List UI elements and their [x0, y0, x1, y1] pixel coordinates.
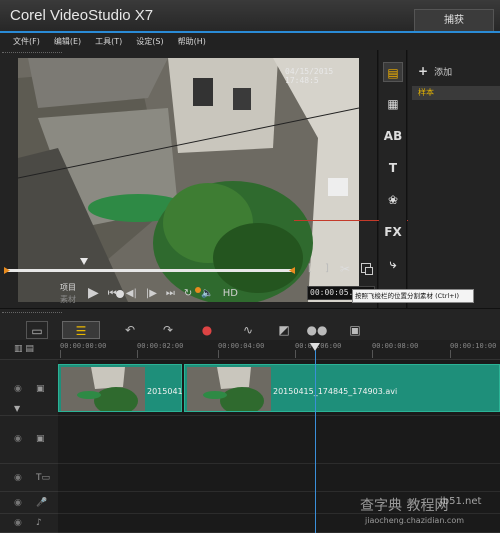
ruler-label: 00:00:02:00 — [137, 342, 184, 350]
overlay-track-icon: ▣ — [36, 434, 45, 444]
graphic-icon[interactable]: ❀ — [383, 190, 403, 210]
library-item-sample[interactable]: 样本 — [412, 86, 500, 100]
title-track[interactable] — [58, 464, 500, 492]
end-icon[interactable]: ⏭ — [166, 288, 175, 299]
music-track-header: ◉ ♪ — [0, 514, 58, 533]
subtitle-icon[interactable]: ▣ — [346, 321, 364, 339]
media-icon[interactable]: ▤ — [383, 62, 403, 82]
next-frame-icon[interactable]: |▶ — [146, 288, 157, 299]
ruler-label: 00:00:00:00 — [60, 342, 107, 350]
record-icon[interactable]: ● — [198, 321, 216, 339]
storyboard-view-icon[interactable]: ▭ — [26, 321, 48, 339]
clip-name: 20150415_174845_174903.avi — [273, 387, 398, 396]
add-icon: + — [418, 64, 429, 78]
scrub-bar[interactable] — [7, 269, 294, 272]
video-timestamp: 04/15/2015 17:48:5 — [285, 67, 334, 85]
library-panel: + 添加 样本 — [408, 50, 500, 308]
ruler-tick — [295, 350, 296, 358]
ruler-label: 00:00:08:00 — [372, 342, 419, 350]
mode-clip-label[interactable]: 素材 — [60, 294, 76, 305]
app-title: Corel VideoStudio X7 — [10, 7, 154, 24]
video-track-icon: ▣ — [36, 384, 45, 394]
ruler-tick — [60, 350, 61, 358]
panel-grip[interactable] — [2, 52, 62, 55]
watermark-text: 查字典 教程网 — [360, 498, 449, 514]
add-label: 添加 — [434, 68, 453, 78]
track-expand-icon[interactable]: ▼ — [14, 404, 20, 413]
overlay-track[interactable] — [58, 416, 500, 464]
clip-name: 2015041 — [147, 387, 183, 396]
ruler-label: 00:00:10:00 — [450, 342, 497, 350]
menu-edit[interactable]: 编辑(E) — [54, 36, 81, 47]
redo-icon[interactable]: ↷ — [160, 321, 176, 339]
ruler-tick — [450, 350, 451, 358]
timeline-view-icon[interactable]: ☰ — [62, 321, 100, 339]
transport-controls: ▶ ⏮ ◀| |▶ ⏭ ↻ 🔈 HD — [88, 285, 238, 301]
music-track-icon: ♪ — [36, 518, 42, 528]
voice-track-icon: 🎤 — [36, 498, 48, 508]
add-folder-button[interactable]: + 添加 — [418, 64, 452, 78]
track-manager-icon[interactable]: ▥ ▤ — [14, 344, 34, 354]
scissors-icon[interactable]: ✂ — [340, 262, 350, 276]
watermark-text: jiaocheng.chazidian.com — [365, 516, 465, 525]
watermark-text: jb51.net — [440, 496, 482, 507]
menu-help[interactable]: 帮助(H) — [178, 36, 206, 47]
hd-toggle[interactable]: HD — [223, 288, 238, 299]
menu-settings[interactable]: 设定(S) — [136, 36, 163, 47]
transition-icon[interactable]: AB — [383, 126, 403, 146]
home-icon[interactable]: ⏮ — [108, 288, 117, 299]
voice-track-toggle-icon[interactable]: ◉ — [14, 498, 22, 508]
timeline-toolbar: ▭ ☰ ↶ ↷ ● ∿ ◩ ●● ▣ — [0, 308, 500, 340]
title-track-toggle-icon[interactable]: ◉ — [14, 473, 22, 483]
menu-tools[interactable]: 工具(T) — [95, 36, 122, 47]
video-clip[interactable]: 20150415_174845_174903.avi — [184, 364, 500, 412]
mixer-icon[interactable]: ◩ — [274, 321, 294, 339]
ruler-tick — [218, 350, 219, 358]
timeline-ruler[interactable]: ▥ ▤ 00:00:00:00 00:00:02:00 00:00:04:00 … — [0, 340, 500, 360]
panel-grip[interactable] — [2, 312, 62, 313]
title-track-icon: T▭ — [36, 473, 51, 483]
video-track-toggle-icon[interactable]: ◉ — [14, 384, 22, 394]
filter-icon[interactable]: FX — [383, 222, 403, 242]
player-panel: 04/15/2015 17:48:5 [ ] ✂ 项目 素材 ▶ ⏮ ◀| |▶… — [0, 50, 378, 308]
undo-icon[interactable]: ↶ — [122, 321, 138, 339]
playhead-line — [315, 350, 316, 533]
mode-project-label[interactable]: 项目 — [60, 282, 76, 293]
ruler-label: 00:00:04:00 — [218, 342, 265, 350]
split-tooltip: 按照飞梭栏的位置分割素材 (Ctrl+I) — [352, 289, 474, 303]
title-track-header: ◉ T▭ — [0, 464, 58, 492]
prev-frame-icon[interactable]: ◀| — [126, 288, 137, 299]
overlay-track-header: ◉ ▣ — [0, 416, 58, 464]
volume-icon[interactable]: 🔈 — [201, 288, 213, 299]
clip-thumbnail — [187, 367, 271, 411]
path-icon[interactable]: ⤷ — [383, 254, 403, 274]
ruler-tick — [372, 350, 373, 358]
music-track-toggle-icon[interactable]: ◉ — [14, 518, 22, 528]
title-icon[interactable]: T — [383, 158, 403, 178]
tab-capture[interactable]: 捕获 — [414, 9, 494, 33]
scrub-thumb[interactable] — [80, 258, 88, 265]
ruler-tick — [137, 350, 138, 358]
enlarge-icon[interactable] — [361, 263, 373, 275]
play-icon[interactable]: ▶ — [88, 285, 99, 301]
video-clip[interactable]: 2015041 — [58, 364, 183, 412]
mark-in-button[interactable]: [ — [308, 263, 312, 274]
menu-bar: 文件(F) 编辑(E) 工具(T) 设定(S) 帮助(H) — [0, 33, 500, 50]
library-tool-strip: ▤ ▦ AB T ❀ FX ⤷ — [379, 50, 407, 308]
video-track-header: ◉ ▣ ▼ — [0, 360, 58, 416]
audio-wave-icon[interactable]: ∿ — [238, 321, 258, 339]
overlay-track-toggle-icon[interactable]: ◉ — [14, 434, 22, 444]
mark-out-button[interactable]: ] — [325, 263, 329, 274]
repeat-icon[interactable]: ↻ — [184, 288, 192, 299]
title-bar: Corel VideoStudio X7 捕获 — [0, 0, 500, 33]
voice-track-header: ◉ 🎤 — [0, 492, 58, 514]
auto-music-icon[interactable]: ●● — [306, 321, 328, 339]
menu-file[interactable]: 文件(F) — [13, 36, 40, 47]
instant-project-icon[interactable]: ▦ — [383, 94, 403, 114]
video-track[interactable]: 2015041 20150415_174845_174903.avi — [58, 360, 500, 416]
clip-thumbnail — [61, 367, 145, 411]
